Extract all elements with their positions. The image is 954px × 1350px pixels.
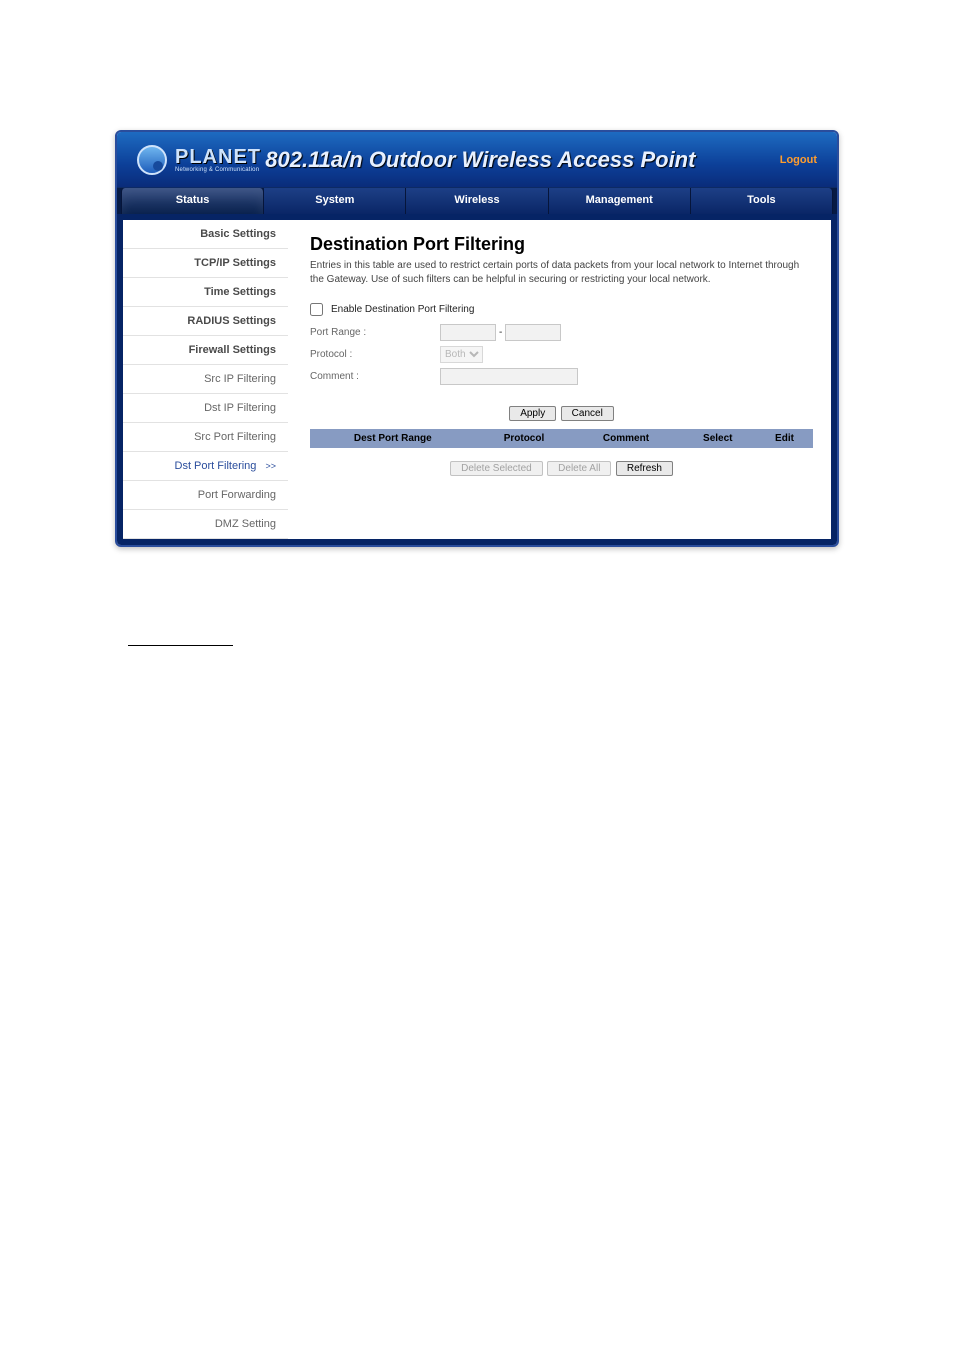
tab-wireless[interactable]: Wireless [406, 188, 548, 214]
enable-filter-checkbox[interactable] [310, 303, 323, 316]
port-range-dash: - [499, 327, 502, 338]
logout-link[interactable]: Logout [780, 154, 817, 166]
sidebar-item-firewall[interactable]: Firewall Settings [123, 336, 288, 365]
comment-label: Comment : [310, 371, 440, 382]
enable-filter-label: Enable Destination Port Filtering [331, 304, 474, 315]
chevron-right-icon: >> [265, 461, 276, 471]
sidebar-item-dst-port[interactable]: Dst Port Filtering >> [123, 452, 288, 481]
port-range-label: Port Range : [310, 327, 440, 338]
section-underline [128, 645, 233, 646]
th-edit: Edit [756, 429, 813, 448]
sidebar-item-src-ip[interactable]: Src IP Filtering [123, 365, 288, 394]
filter-table: Dest Port Range Protocol Comment Select … [310, 429, 813, 448]
delete-all-button[interactable]: Delete All [547, 461, 611, 476]
tab-management[interactable]: Management [549, 188, 691, 214]
main-menubar: Status System Wireless Management Tools [117, 187, 837, 214]
sidebar-item-radius[interactable]: RADIUS Settings [123, 307, 288, 336]
sidebar-item-time[interactable]: Time Settings [123, 278, 288, 307]
protocol-select[interactable]: Both [440, 346, 483, 363]
th-protocol: Protocol [476, 429, 573, 448]
sidebar-item-src-port[interactable]: Src Port Filtering [123, 423, 288, 452]
th-dest-port-range: Dest Port Range [310, 429, 476, 448]
content-wrap: Basic Settings TCP/IP Settings Time Sett… [117, 214, 837, 545]
sidebar-item-tcpip[interactable]: TCP/IP Settings [123, 249, 288, 278]
tab-status[interactable]: Status [121, 188, 264, 214]
planet-logo-icon [137, 145, 167, 175]
delete-selected-button[interactable]: Delete Selected [450, 461, 543, 476]
main-panel: Destination Port Filtering Entries in th… [288, 220, 831, 539]
app-window: PLANET Networking & Communication 802.11… [115, 130, 839, 547]
th-select: Select [680, 429, 756, 448]
sidebar-item-basic[interactable]: Basic Settings [123, 220, 288, 249]
app-title: 802.11a/n Outdoor Wireless Access Point [181, 147, 780, 173]
tab-tools[interactable]: Tools [691, 188, 833, 214]
tab-system[interactable]: System [264, 188, 406, 214]
app-header: PLANET Networking & Communication 802.11… [117, 132, 837, 187]
comment-input[interactable] [440, 368, 578, 385]
apply-button[interactable]: Apply [509, 406, 556, 421]
sidebar-item-port-fwd[interactable]: Port Forwarding [123, 481, 288, 510]
refresh-button[interactable]: Refresh [616, 461, 673, 476]
sidebar: Basic Settings TCP/IP Settings Time Sett… [123, 220, 288, 539]
sidebar-item-label: Dst Port Filtering [175, 460, 257, 472]
sidebar-item-dst-ip[interactable]: Dst IP Filtering [123, 394, 288, 423]
page-title: Destination Port Filtering [310, 234, 813, 255]
cancel-button[interactable]: Cancel [561, 406, 614, 421]
protocol-label: Protocol : [310, 349, 440, 360]
th-comment: Comment [572, 429, 679, 448]
sidebar-item-dmz[interactable]: DMZ Setting [123, 510, 288, 539]
port-range-start-input[interactable] [440, 324, 496, 341]
port-range-end-input[interactable] [505, 324, 561, 341]
page-description: Entries in this table are used to restri… [310, 259, 813, 286]
